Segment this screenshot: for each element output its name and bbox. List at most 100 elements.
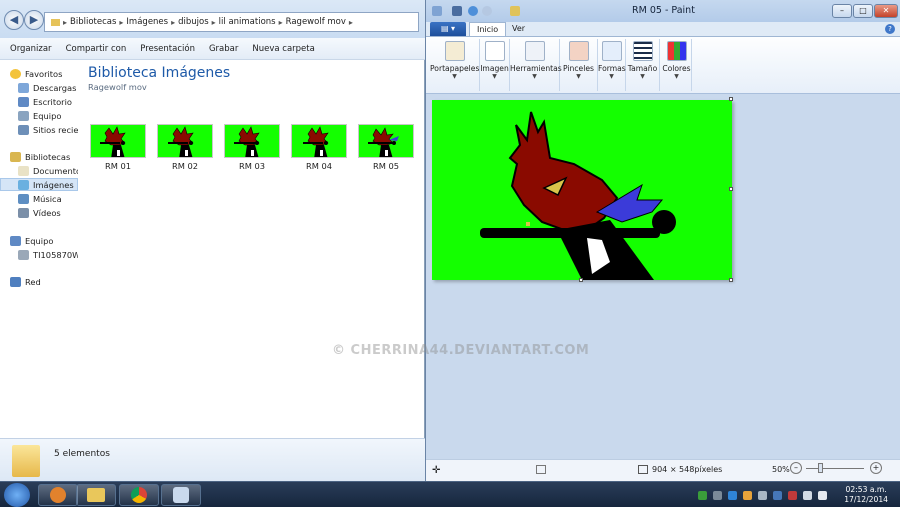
cursor-position-icon: ✛ <box>432 465 441 476</box>
paint-menu-button[interactable]: ▤ ▾ <box>430 22 466 36</box>
ribbon-group-shapes[interactable]: Formas ▼ <box>598 39 626 91</box>
resize-handle[interactable] <box>729 97 733 101</box>
sidebar-item-downloads[interactable]: Descargas <box>18 81 76 94</box>
taskbar-chrome[interactable] <box>119 484 159 506</box>
breadcrumb-item[interactable]: lil animations <box>219 17 276 27</box>
breadcrumb-item[interactable]: Bibliotecas <box>70 17 116 27</box>
file-name: RM 04 <box>305 161 333 171</box>
tools-icon <box>524 41 545 61</box>
zoom-slider-thumb[interactable] <box>818 463 823 473</box>
sidebar-item-network[interactable]: Red <box>10 275 41 288</box>
ribbon-group-size[interactable]: Tamaño ▼ <box>626 39 660 91</box>
file-thumbnail[interactable] <box>224 124 280 158</box>
zoom-in-button[interactable]: + <box>870 462 882 474</box>
taskbar-media-player[interactable] <box>38 484 78 506</box>
sidebar-item-computer-fav[interactable]: Equipo <box>18 109 61 122</box>
ribbon-group-colors[interactable]: Colores ▼ <box>662 39 692 91</box>
sidebar-item-desktop[interactable]: Escritorio <box>18 95 72 108</box>
sidebar-item-videos[interactable]: Vídeos <box>18 206 61 219</box>
file-thumbnail[interactable] <box>90 124 146 158</box>
file-thumbnail[interactable] <box>291 124 347 158</box>
paint-window: RM 05 - Paint – □ ✕ ▤ ▾ Inicio Ver ? Por… <box>425 0 900 481</box>
recent-places-icon <box>18 124 29 135</box>
maximize-button[interactable]: □ <box>853 4 873 18</box>
address-box[interactable]: ▸ Bibliotecas ▸ Imágenes ▸ dibujos ▸ lil… <box>44 12 419 32</box>
breadcrumb-item[interactable]: Ragewolf mov <box>286 17 346 27</box>
tray-app-icon[interactable] <box>758 491 767 500</box>
ribbon-group-image[interactable]: Imagen ▼ <box>480 39 510 91</box>
sidebar-label: Favoritos <box>25 68 63 79</box>
sidebar-item-disk[interactable]: TI105870W0 <box>18 248 78 261</box>
media-player-icon <box>50 487 66 503</box>
help-icon[interactable]: ? <box>885 24 895 34</box>
tray-signal-icon[interactable] <box>803 491 812 500</box>
tab-view[interactable]: Ver <box>505 22 532 36</box>
ribbon-label: Colores <box>662 64 691 73</box>
chrome-icon <box>131 487 147 503</box>
ribbon-group-clipboard[interactable]: Portapapeles ▼ <box>430 39 480 91</box>
paint-statusbar: ✛ 904 × 548píxeles 50% – + <box>426 459 900 481</box>
sidebar-item-favorites[interactable]: Favoritos <box>10 67 62 80</box>
sidebar-label: Documentos <box>33 165 78 176</box>
slideshow-button[interactable]: Presentación <box>140 44 195 54</box>
ribbon-group-tools[interactable]: Herramientas ▼ <box>510 39 562 91</box>
desktop-icon <box>18 96 29 107</box>
taskbar-paint[interactable] <box>161 484 201 506</box>
breadcrumb-item[interactable]: dibujos <box>178 17 209 27</box>
resize-handle[interactable] <box>579 278 583 282</box>
zoom-out-button[interactable]: – <box>790 462 802 474</box>
ribbon-label: Pinceles <box>563 64 594 73</box>
dropdown-arrow-icon: ▼ <box>452 73 457 80</box>
ragewolf-drawing <box>480 111 676 280</box>
tray-app-icon[interactable] <box>713 491 722 500</box>
forward-button[interactable]: ▶ <box>24 10 44 30</box>
file-thumbnail[interactable] <box>157 124 213 158</box>
close-button[interactable]: ✕ <box>874 4 898 18</box>
tab-home[interactable]: Inicio <box>469 22 507 36</box>
desktop: ◀ ▶ ▸ Bibliotecas ▸ Imágenes ▸ dibujos ▸… <box>0 0 900 507</box>
zoom-slider[interactable] <box>806 468 864 469</box>
tray-app-icon[interactable] <box>743 491 752 500</box>
taskbar-explorer[interactable] <box>76 484 116 506</box>
sidebar-item-computer[interactable]: Equipo <box>10 234 53 247</box>
image-dimensions: 904 × 548píxeles <box>652 465 723 474</box>
drawing-canvas[interactable] <box>432 100 732 280</box>
back-button[interactable]: ◀ <box>4 10 24 30</box>
folder-icon <box>12 445 40 477</box>
tray-volume-icon[interactable] <box>818 491 827 500</box>
libraries-icon <box>10 151 21 162</box>
sidebar-item-documents[interactable]: Documentos <box>18 164 78 177</box>
tray-app-icon[interactable] <box>728 491 737 500</box>
new-folder-button[interactable]: Nueva carpeta <box>252 44 314 54</box>
tray-network-icon[interactable] <box>698 491 707 500</box>
clock[interactable]: 02:53 a.m. 17/12/2014 <box>844 485 888 505</box>
music-icon <box>18 193 29 204</box>
selection-size-icon <box>536 465 546 474</box>
colors-icon <box>666 41 687 61</box>
sidebar-label: Equipo <box>25 235 54 246</box>
sidebar-item-recent[interactable]: Sitios recientes <box>18 123 78 136</box>
resize-handle[interactable] <box>729 187 733 191</box>
start-button[interactable] <box>4 483 30 507</box>
ribbon-label: Tamaño <box>627 64 658 73</box>
minimize-button[interactable]: – <box>832 4 852 18</box>
sidebar-item-music[interactable]: Música <box>18 192 62 205</box>
resize-handle[interactable] <box>729 278 733 282</box>
burn-button[interactable]: Grabar <box>209 44 238 54</box>
share-button[interactable]: Compartir con <box>66 44 127 54</box>
tray-flag-icon[interactable] <box>788 491 797 500</box>
tray-app-icon[interactable] <box>773 491 782 500</box>
sidebar-item-images[interactable]: Imágenes <box>0 178 78 191</box>
ribbon-label: Formas <box>598 64 626 73</box>
image-size-icon <box>638 465 648 474</box>
file-thumbnail[interactable] <box>358 124 414 158</box>
sidebar-item-libraries[interactable]: Bibliotecas <box>10 150 70 163</box>
ribbon-label: Imagen <box>480 64 509 73</box>
explorer-toolbar: Organizar Compartir con Presentación Gra… <box>0 38 425 60</box>
zoom-level: 50% <box>772 465 790 474</box>
breadcrumb-item[interactable]: Imágenes <box>126 17 168 27</box>
library-subtitle[interactable]: Ragewolf mov <box>88 82 147 92</box>
videos-icon <box>18 207 29 218</box>
organize-button[interactable]: Organizar <box>10 44 52 54</box>
ribbon-group-brushes[interactable]: Pinceles ▼ <box>560 39 598 91</box>
